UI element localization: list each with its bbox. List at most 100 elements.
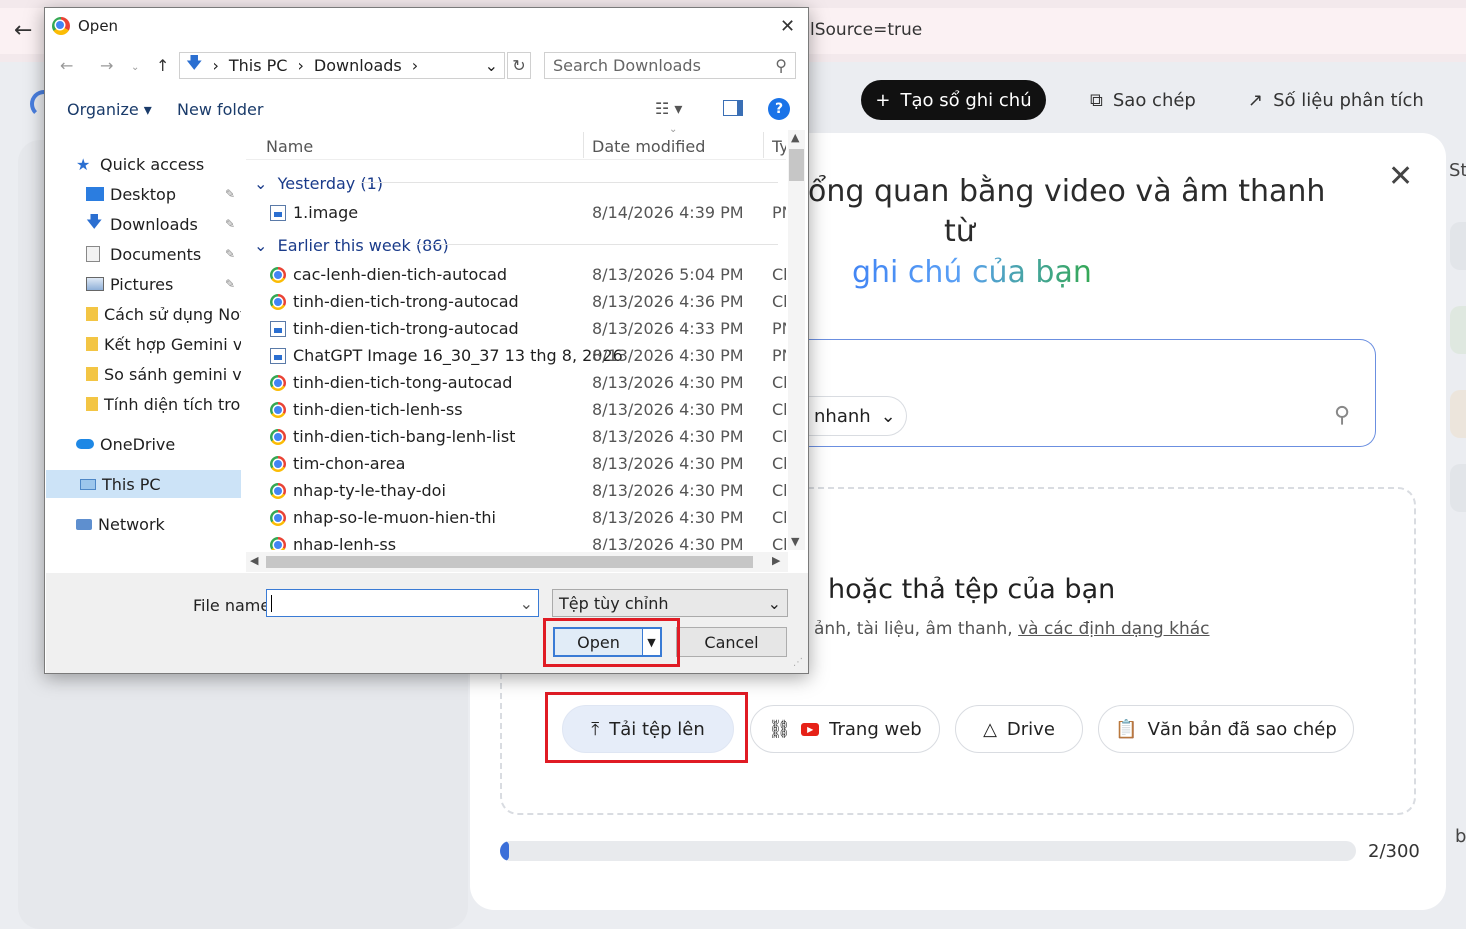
file-name: cac-lenh-dien-tich-autocad bbox=[293, 265, 508, 284]
chrome-file-icon bbox=[270, 293, 286, 310]
back-arrow-icon[interactable]: ← bbox=[14, 18, 32, 43]
organize-label: Organize bbox=[67, 100, 139, 119]
horizontal-scroll-thumb[interactable] bbox=[266, 556, 753, 568]
studio-chip[interactable] bbox=[1450, 464, 1466, 512]
dialog-toolbar bbox=[46, 90, 808, 128]
other-formats-link[interactable]: và các định dạng khác bbox=[1018, 619, 1209, 639]
pin-icon[interactable]: ✎ bbox=[225, 277, 235, 291]
create-notebook-button[interactable]: + Tạo sổ ghi chú bbox=[861, 80, 1046, 120]
nav-folder[interactable]: So sánh gemini vs n bbox=[46, 360, 241, 388]
nav-network[interactable]: Network bbox=[46, 510, 241, 538]
file-name: nhap-ty-le-thay-doi bbox=[293, 481, 446, 500]
copy-label: Sao chép bbox=[1112, 89, 1196, 111]
pin-icon[interactable]: ✎ bbox=[225, 217, 235, 231]
breadcrumb-this-pc[interactable]: This PC bbox=[229, 56, 288, 75]
file-name: nhap-so-le-muon-hien-thi bbox=[293, 508, 496, 527]
new-folder-button[interactable]: New folder bbox=[177, 100, 263, 119]
nav-label: Kết hợp Gemini và I bbox=[104, 334, 241, 354]
file-row[interactable]: nhap-ty-le-thay-doi 8/13/2026 4:30 PM Ch bbox=[246, 477, 786, 504]
nav-onedrive[interactable]: OneDrive bbox=[46, 430, 241, 458]
scroll-up-icon[interactable]: ▲ bbox=[791, 131, 799, 144]
file-row[interactable]: ChatGPT Image 16_30_37 13 thg 8, 2026 8/1… bbox=[246, 342, 786, 369]
scroll-left-icon[interactable]: ◀ bbox=[250, 554, 258, 567]
scroll-right-icon[interactable]: ▶ bbox=[772, 554, 780, 567]
pin-icon[interactable]: ✎ bbox=[225, 187, 235, 201]
file-row[interactable]: tinh-dien-tich-lenh-ss 8/13/2026 4:30 PM C… bbox=[246, 396, 786, 423]
paste-text-button[interactable]: 📋 Văn bản đã sao chép bbox=[1098, 705, 1354, 753]
recent-locations-icon[interactable]: ⌄ bbox=[131, 62, 139, 73]
vertical-scrollbar[interactable] bbox=[788, 130, 805, 550]
group-label: Yesterday (1) bbox=[277, 174, 383, 193]
refresh-icon[interactable]: ↻ bbox=[507, 52, 531, 79]
organize-menu[interactable]: Organize ▾ bbox=[67, 100, 152, 119]
drive-source-button[interactable]: △ Drive bbox=[955, 705, 1083, 753]
pin-icon[interactable]: ✎ bbox=[225, 247, 235, 261]
file-row[interactable]: tinh-dien-tich-tong-autocad 8/13/2026 4:3… bbox=[246, 369, 786, 396]
group-label: Earlier this week (86) bbox=[277, 236, 449, 255]
nav-documents[interactable]: Documents ✎ bbox=[46, 240, 241, 268]
back-nav-icon[interactable]: ← bbox=[60, 56, 73, 75]
column-date-modified[interactable]: Date modified bbox=[592, 137, 705, 156]
studio-edge-text: b bbox=[1455, 826, 1466, 847]
website-source-button[interactable]: ⛓ ▶ Trang web bbox=[750, 705, 940, 753]
resize-grip-icon[interactable]: ⋰ bbox=[793, 657, 803, 668]
breadcrumb-downloads[interactable]: Downloads bbox=[314, 56, 402, 75]
column-divider[interactable] bbox=[763, 132, 764, 158]
image-file-icon bbox=[270, 320, 286, 337]
file-date: 8/13/2026 4:30 PM bbox=[592, 508, 744, 527]
group-header-earlier-this-week[interactable]: ⌄ Earlier this week (86) bbox=[254, 236, 449, 255]
close-icon[interactable]: ✕ bbox=[1388, 162, 1413, 192]
nav-this-pc[interactable]: This PC bbox=[46, 470, 241, 498]
file-name-input[interactable]: ⌄ bbox=[266, 589, 539, 617]
preview-pane-icon[interactable] bbox=[723, 100, 743, 116]
nav-desktop[interactable]: Desktop ✎ bbox=[46, 180, 241, 208]
studio-chip[interactable] bbox=[1450, 222, 1466, 270]
file-name: tinh-dien-tich-trong-autocad bbox=[293, 292, 519, 311]
up-folder-icon[interactable]: ↑ bbox=[156, 56, 169, 75]
scroll-down-icon[interactable]: ▼ bbox=[791, 535, 799, 548]
column-name[interactable]: Name bbox=[266, 137, 313, 156]
modal-title-line3: ghi chú của bạn bbox=[852, 255, 1092, 290]
copy-button[interactable]: ⧉ Sao chép bbox=[1090, 80, 1196, 120]
source-limit-progress bbox=[500, 841, 1356, 861]
file-date: 8/13/2026 4:30 PM bbox=[592, 535, 744, 550]
file-row[interactable]: cac-lenh-dien-tich-autocad 8/13/2026 5:04… bbox=[246, 261, 786, 288]
file-name-dropdown-icon[interactable]: ⌄ bbox=[520, 594, 533, 613]
file-row[interactable]: tim-chon-area 8/13/2026 4:30 PM Ch bbox=[246, 450, 786, 477]
dialog-address-bar[interactable]: 🡇 › This PC › Downloads › ⌄ bbox=[179, 52, 505, 79]
nav-folder[interactable]: Tính diện tích trong bbox=[46, 390, 241, 418]
vertical-scroll-thumb[interactable] bbox=[789, 149, 804, 181]
file-row[interactable]: nhap-lenh-ss 8/13/2026 4:30 PM Ch bbox=[246, 531, 786, 550]
file-type-select[interactable]: Tệp tùy chỉnh ⌄ bbox=[552, 589, 788, 617]
help-icon[interactable]: ? bbox=[768, 98, 790, 120]
file-row[interactable]: tinh-dien-tich-trong-autocad 8/13/2026 4:… bbox=[246, 315, 786, 342]
forward-nav-icon[interactable]: → bbox=[100, 56, 113, 75]
nav-folder[interactable]: Kết hợp Gemini và I bbox=[46, 330, 241, 358]
column-divider[interactable] bbox=[583, 132, 584, 158]
view-options-icon[interactable]: ☷ ▾ bbox=[655, 99, 682, 118]
url-text[interactable]: lSource=true bbox=[810, 20, 922, 40]
studio-chip[interactable] bbox=[1450, 306, 1466, 354]
search-icon: ⚲ bbox=[775, 56, 787, 75]
group-header-yesterday[interactable]: ⌄ Yesterday (1) bbox=[254, 174, 383, 193]
nav-downloads[interactable]: 🡇 Downloads ✎ bbox=[46, 210, 241, 238]
cancel-button[interactable]: Cancel bbox=[676, 627, 787, 657]
file-row[interactable]: tinh-dien-tich-trong-autocad 8/13/2026 4:… bbox=[246, 288, 786, 315]
studio-chip[interactable] bbox=[1450, 390, 1466, 438]
address-dropdown-icon[interactable]: ⌄ bbox=[485, 56, 498, 75]
nav-pictures[interactable]: Pictures ✎ bbox=[46, 270, 241, 298]
dialog-search-input[interactable]: Search Downloads ⚲ bbox=[544, 52, 796, 79]
file-row[interactable]: 1.image 8/14/2026 4:39 PM PN bbox=[246, 199, 786, 226]
file-row[interactable]: nhap-so-le-muon-hien-thi 8/13/2026 4:30 P… bbox=[246, 504, 786, 531]
nav-folder[interactable]: Cách sử dụng Notet bbox=[46, 300, 241, 328]
search-icon[interactable]: ⚲ bbox=[1334, 403, 1350, 428]
dialog-close-icon[interactable]: ✕ bbox=[780, 16, 795, 37]
column-type[interactable]: Ty bbox=[772, 137, 786, 156]
analytics-button[interactable]: ↗ Số liệu phân tích bbox=[1248, 80, 1424, 120]
studio-panel-title: St bbox=[1449, 160, 1466, 181]
file-type-value: Tệp tùy chỉnh bbox=[559, 593, 669, 613]
chrome-file-icon bbox=[270, 482, 286, 499]
file-row[interactable]: tinh-dien-tich-bang-lenh-list 8/13/2026 4… bbox=[246, 423, 786, 450]
file-type: PN bbox=[772, 203, 786, 222]
nav-quick-access[interactable]: ★ Quick access bbox=[46, 150, 241, 178]
